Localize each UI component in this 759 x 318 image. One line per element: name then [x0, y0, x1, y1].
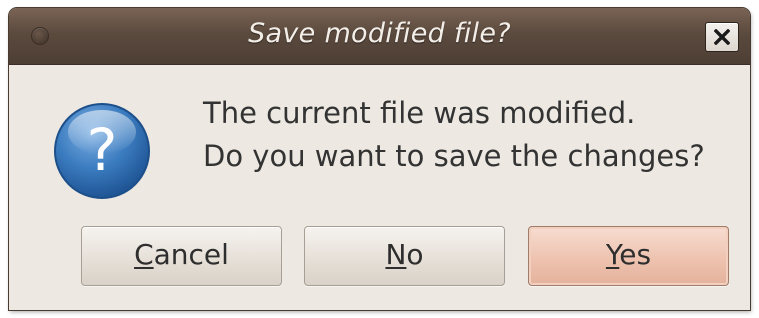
cancel-button[interactable]: Cancel — [81, 226, 282, 286]
yes-mnemonic: Y — [605, 238, 620, 271]
yes-button[interactable]: Yes — [528, 226, 729, 286]
message-line-2: Do you want to save the changes? — [203, 139, 705, 173]
save-dialog: Save modified file? ? The current file w… — [9, 8, 750, 310]
svg-text:?: ? — [87, 116, 118, 184]
close-button[interactable] — [705, 22, 739, 52]
cancel-label-rest: ancel — [153, 238, 229, 271]
question-icon: ? — [54, 103, 150, 199]
cancel-mnemonic: C — [134, 238, 154, 271]
no-label-rest: o — [406, 238, 424, 271]
dialog-message: The current file was modified. Do you wa… — [203, 92, 705, 178]
close-icon — [714, 29, 730, 45]
no-mnemonic: N — [385, 238, 407, 271]
no-button[interactable]: No — [304, 226, 505, 286]
title-bar[interactable]: Save modified file? — [9, 8, 750, 65]
message-line-1: The current file was modified. — [203, 96, 636, 130]
dialog-title: Save modified file? — [248, 18, 511, 49]
yes-label-rest: es — [619, 238, 652, 271]
